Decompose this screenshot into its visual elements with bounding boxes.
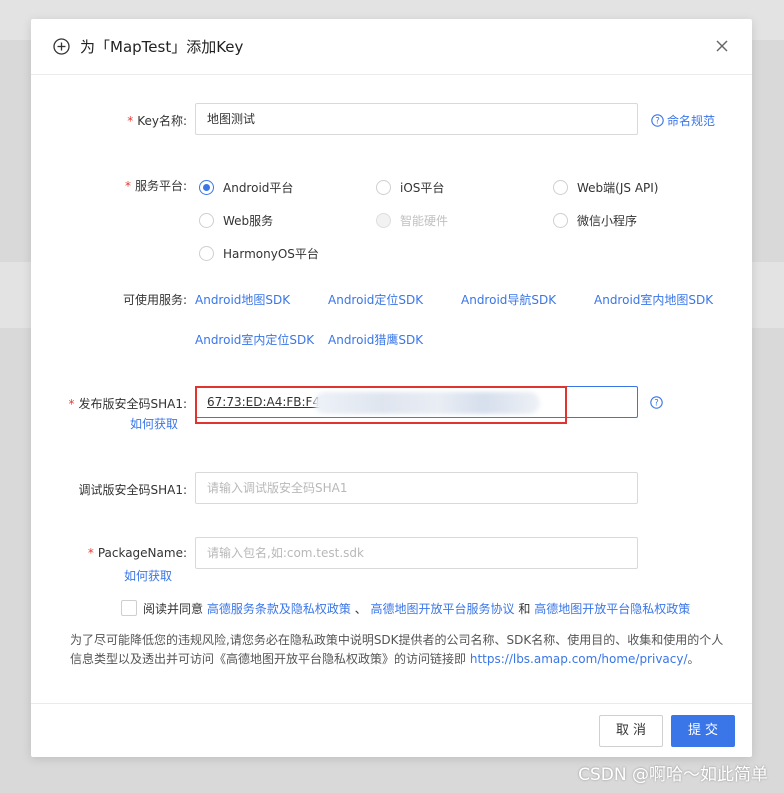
service-agreement-link[interactable]: 高德地图开放平台服务协议	[371, 602, 515, 616]
debug-sha1-input[interactable]	[195, 472, 638, 504]
package-name-input[interactable]	[195, 537, 638, 569]
radio-dot	[199, 180, 214, 195]
dialog-title: 为「MapTest」添加Key	[80, 38, 244, 56]
cancel-button[interactable]: 取消	[599, 715, 663, 747]
radio-dot	[199, 246, 214, 261]
release-sha1-how-to-link[interactable]: 如何获取	[130, 415, 178, 432]
help-icon: ?	[651, 114, 664, 127]
help-icon[interactable]: ?	[650, 396, 663, 409]
service-link-indoor-location-sdk[interactable]: Android室内定位SDK	[195, 331, 314, 348]
radio-smart-hardware: 智能硬件	[376, 212, 448, 229]
required-asterisk: *	[124, 179, 131, 193]
service-link-navigation-sdk[interactable]: Android导航SDK	[461, 291, 556, 308]
required-asterisk: *	[68, 397, 75, 411]
submit-button[interactable]: 提交	[671, 715, 735, 747]
highlight-box	[195, 386, 567, 424]
key-name-input[interactable]: 地图测试	[195, 103, 638, 135]
radio-dot	[199, 213, 214, 228]
naming-rules-link[interactable]: ? 命名规范	[651, 112, 715, 129]
terms-privacy-link[interactable]: 高德服务条款及隐私权政策	[207, 602, 351, 616]
platform-privacy-link[interactable]: 高德地图开放平台隐私权政策	[534, 602, 690, 616]
privacy-notice: 为了尽可能降低您的违规风险,请您务必在隐私政策中说明SDK提供者的公司名称、SD…	[70, 633, 724, 666]
radio-harmonyos[interactable]: HarmonyOS平台	[199, 245, 319, 262]
watermark: CSDN @啊哈～如此简单	[578, 765, 768, 785]
radio-dot	[553, 180, 568, 195]
radio-dot	[376, 213, 391, 228]
dialog-header: 为「MapTest」添加Key	[31, 19, 752, 75]
radio-ios[interactable]: iOS平台	[376, 179, 444, 196]
radio-dot	[553, 213, 568, 228]
dialog-title-wrap: 为「MapTest」添加Key	[53, 36, 243, 57]
service-link-eagle-sdk[interactable]: Android猎鹰SDK	[328, 331, 423, 348]
key-name-label: * Key名称:	[127, 114, 187, 128]
package-name-how-to-link[interactable]: 如何获取	[124, 567, 172, 584]
services-label: 可使用服务:	[122, 293, 187, 307]
service-link-location-sdk[interactable]: Android定位SDK	[328, 291, 423, 308]
plus-circle-icon	[53, 38, 70, 55]
radio-android[interactable]: Android平台	[199, 179, 293, 196]
svg-text:?: ?	[654, 399, 659, 409]
agreement-text: 阅读并同意 高德服务条款及隐私权政策 、 高德地图开放平台服务协议 和 高德地图…	[143, 602, 691, 616]
dialog-footer: 取消 提交	[31, 703, 752, 757]
radio-web-service[interactable]: Web服务	[199, 212, 273, 229]
add-key-dialog: 为「MapTest」添加Key * Key名称: 地图测试 ? 命名规范 * 服务平台…	[31, 19, 752, 757]
svg-text:?: ?	[655, 117, 660, 127]
package-name-label: * PackageName:	[87, 546, 187, 560]
radio-web-js-api[interactable]: Web端(JS API)	[553, 179, 658, 196]
platform-label: * 服务平台:	[124, 179, 187, 193]
radio-dot	[376, 180, 391, 195]
service-link-map-sdk[interactable]: Android地图SDK	[195, 291, 290, 308]
privacy-url-link[interactable]: https://lbs.amap.com/home/privacy/	[470, 652, 688, 666]
debug-sha1-label: 调试版安全码SHA1:	[78, 483, 187, 497]
agreement-checkbox[interactable]	[121, 600, 137, 616]
close-icon[interactable]	[714, 38, 730, 54]
service-link-indoor-map-sdk[interactable]: Android室内地图SDK	[594, 291, 713, 308]
required-asterisk: *	[127, 114, 134, 128]
radio-wechat-miniprogram[interactable]: 微信小程序	[553, 212, 637, 229]
required-asterisk: *	[87, 546, 94, 560]
release-sha1-label: * 发布版安全码SHA1:	[68, 397, 187, 411]
